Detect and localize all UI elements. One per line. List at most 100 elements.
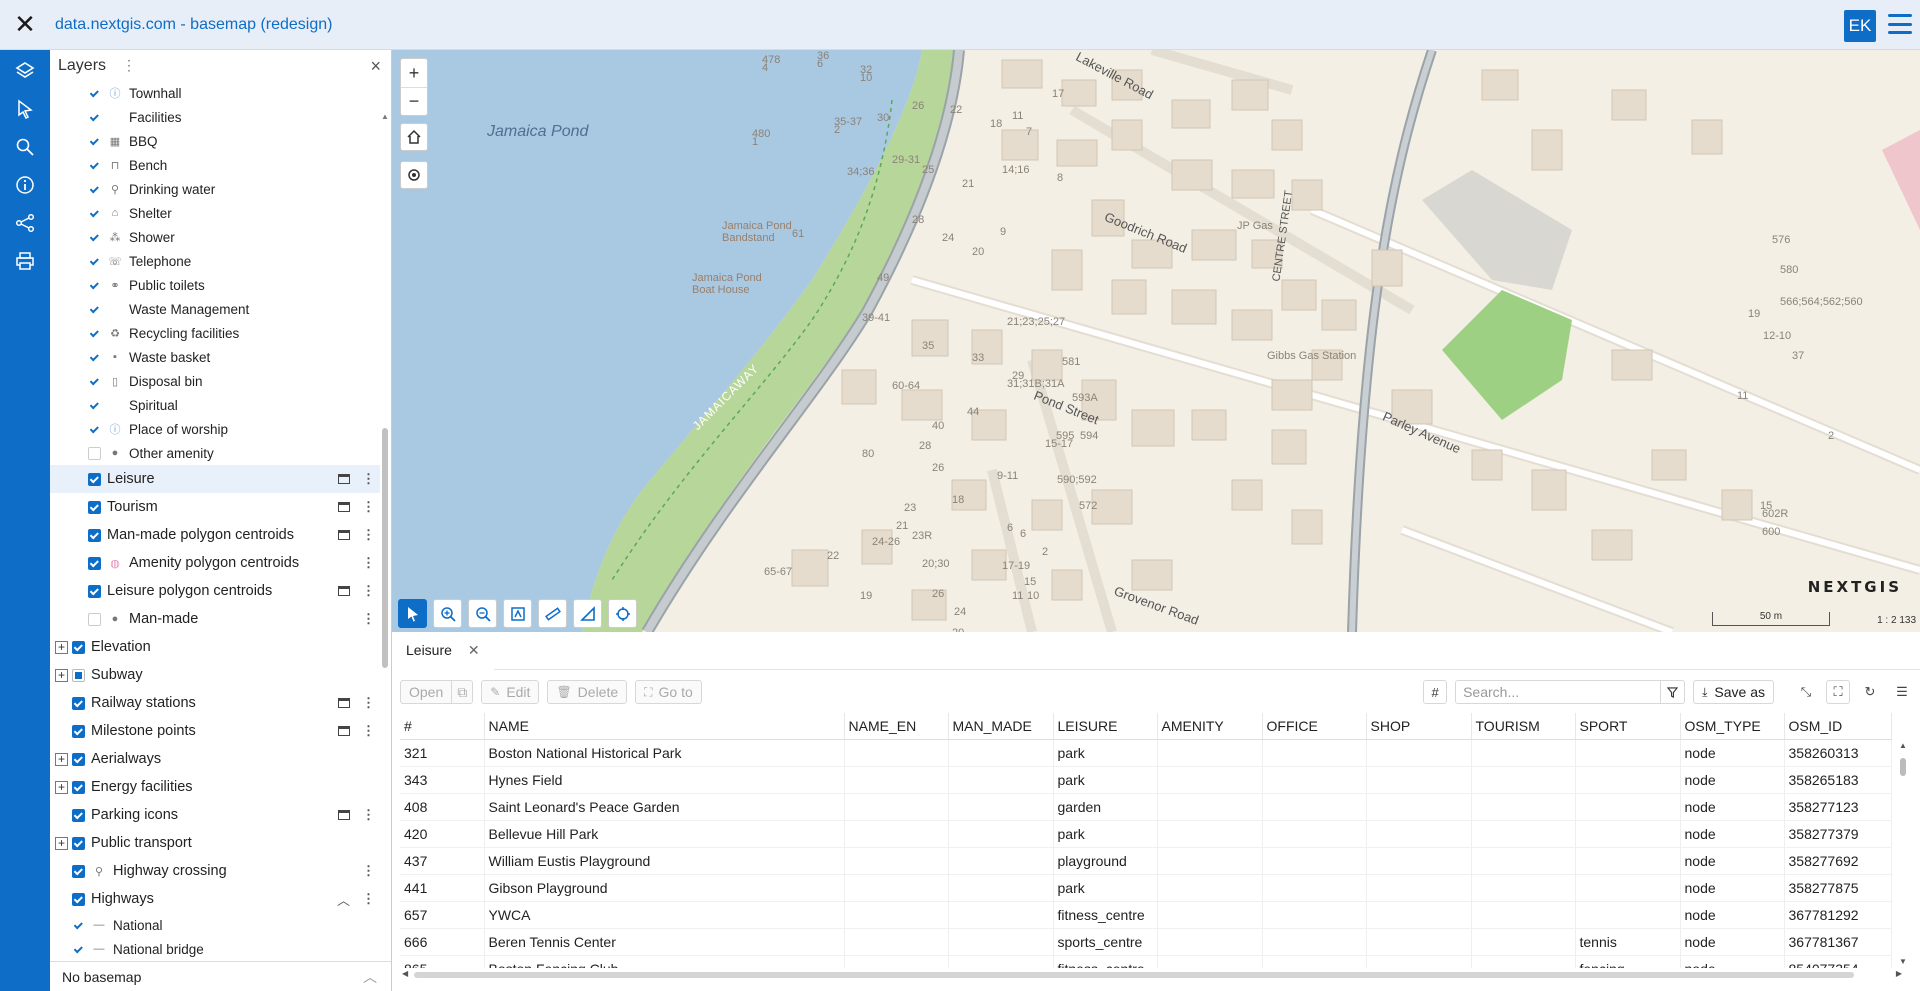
layer-row[interactable]: + Energy facilities	[50, 773, 380, 801]
layer-visibility-checkbox[interactable]	[72, 724, 85, 738]
fullscreen-icon[interactable]: ⛶	[1826, 680, 1850, 704]
attribute-table-icon[interactable]	[338, 698, 350, 708]
attribute-table-icon[interactable]	[338, 586, 350, 596]
column-header[interactable]: AMENITY	[1157, 713, 1263, 740]
layer-menu-icon[interactable]: ⋮	[362, 527, 375, 543]
layer-row[interactable]: ▯ Disposal bin	[50, 369, 380, 393]
layer-row[interactable]: + Aerialways	[50, 745, 380, 773]
coordinates-tool-button[interactable]	[608, 599, 637, 628]
layer-menu-icon[interactable]: ⋮	[362, 863, 375, 879]
layer-visibility-checkbox[interactable]	[72, 836, 85, 850]
layer-row[interactable]: ⓘ Place of worship	[50, 417, 380, 441]
delete-button[interactable]: 🗑 Delete	[547, 680, 628, 704]
layer-visibility-checkbox[interactable]	[88, 231, 101, 244]
table-row[interactable]: 441 Gibson Playground park node 358277875	[400, 874, 1892, 902]
layer-visibility-checkbox[interactable]	[72, 919, 85, 932]
layer-row[interactable]: Leisure polygon centroids ⋮	[50, 577, 380, 605]
layer-row[interactable]: + Elevation	[50, 633, 380, 661]
layer-row[interactable]: ⌂ Shelter	[50, 201, 380, 225]
column-header[interactable]: OSM_TYPE	[1680, 713, 1785, 740]
column-header[interactable]: LEISURE	[1053, 713, 1158, 740]
layer-visibility-checkbox[interactable]	[88, 351, 101, 364]
table-row[interactable]: 437 William Eustis Playground playground no…	[400, 847, 1892, 875]
layer-menu-icon[interactable]: ⋮	[362, 807, 375, 823]
layer-visibility-checkbox[interactable]	[88, 87, 101, 100]
layers-menu-icon[interactable]: ⋮	[122, 57, 136, 74]
attribute-table-icon[interactable]	[338, 726, 350, 736]
table-row[interactable]: 865Boston Fencing Club fitness_centre fenc…	[400, 955, 1892, 968]
layer-visibility-checkbox[interactable]	[72, 943, 85, 956]
layer-row[interactable]: Tourism ⋮	[50, 493, 380, 521]
nextgis-logo-icon[interactable]: ✕	[0, 0, 50, 50]
layer-row[interactable]: Highways ︿ ⋮	[50, 885, 380, 913]
layer-menu-icon[interactable]: ⋮	[362, 611, 375, 627]
layer-visibility-checkbox[interactable]	[88, 111, 101, 124]
map-view[interactable]: Jamaica Pond JAMAICAWAY Pond Street Good…	[392, 50, 1920, 632]
open-button[interactable]: Open	[400, 680, 453, 704]
close-panel-icon[interactable]: ×	[370, 56, 381, 77]
search-icon[interactable]	[0, 128, 50, 166]
column-header[interactable]: TOURISM	[1471, 713, 1576, 740]
goto-button[interactable]: ⛶ Go to	[635, 680, 702, 704]
user-avatar[interactable]: EK	[1844, 10, 1876, 42]
layer-row[interactable]: ▪ Waste basket	[50, 345, 380, 369]
layer-visibility-checkbox[interactable]	[88, 423, 101, 436]
column-header[interactable]: SHOP	[1366, 713, 1472, 740]
table-vertical-scrollbar[interactable]: ▲ ▼	[1898, 738, 1908, 968]
layer-row[interactable]: ▦ BBQ	[50, 129, 380, 153]
layer-row[interactable]: ⚲ Drinking water	[50, 177, 380, 201]
layer-visibility-checkbox[interactable]	[88, 159, 101, 172]
layer-visibility-checkbox[interactable]	[72, 864, 85, 878]
zoom-in-tool-button[interactable]	[433, 599, 462, 628]
print-icon[interactable]	[0, 242, 50, 280]
table-row[interactable]: 321 Boston National Historical Park park no…	[400, 739, 1892, 767]
basemap-selector[interactable]: No basemap ︿	[50, 961, 391, 991]
filter-button[interactable]	[1661, 680, 1686, 704]
select-cursor-icon[interactable]	[0, 90, 50, 128]
layer-row[interactable]: Spiritual	[50, 393, 380, 417]
measure-area-button[interactable]	[573, 599, 602, 628]
attribute-table-icon[interactable]	[338, 502, 350, 512]
layer-visibility-checkbox[interactable]	[72, 808, 85, 822]
layer-row[interactable]: Railway stations ⋮	[50, 689, 380, 717]
column-header[interactable]: #	[400, 713, 485, 740]
close-tab-icon[interactable]: ✕	[468, 642, 480, 659]
layer-visibility-checkbox[interactable]	[72, 892, 85, 906]
layer-visibility-checkbox[interactable]	[88, 584, 101, 598]
table-row[interactable]: 420 Bellevue Hill Park park node 358277379	[400, 820, 1892, 848]
layer-row[interactable]: — National	[50, 913, 380, 937]
layer-menu-icon[interactable]: ⋮	[362, 555, 375, 571]
table-horizontal-scrollbar[interactable]: ◀ ▶	[400, 968, 1904, 982]
save-as-button[interactable]: ⤓ Save as	[1693, 680, 1774, 704]
hamburger-menu-icon[interactable]	[1888, 14, 1912, 34]
layer-row[interactable]: Leisure ⋮	[50, 465, 380, 493]
layer-visibility-checkbox[interactable]	[88, 528, 101, 542]
layers-icon[interactable]	[0, 52, 50, 90]
layer-visibility-checkbox[interactable]	[88, 327, 101, 340]
expand-icon[interactable]: +	[55, 668, 68, 682]
layer-row[interactable]: + Public transport	[50, 829, 380, 857]
layer-visibility-checkbox[interactable]	[88, 303, 101, 316]
layer-menu-icon[interactable]: ⋮	[362, 723, 375, 739]
layer-visibility-checkbox[interactable]	[88, 612, 101, 626]
column-header[interactable]: OFFICE	[1262, 713, 1367, 740]
layer-visibility-checkbox[interactable]	[72, 668, 85, 682]
layer-visibility-checkbox[interactable]	[88, 255, 101, 268]
layer-menu-icon[interactable]: ⋮	[362, 499, 375, 515]
layer-row[interactable]: ⓘ Townhall	[50, 81, 380, 105]
layer-visibility-checkbox[interactable]	[72, 640, 85, 654]
layer-row[interactable]: Facilities	[50, 105, 380, 129]
expand-icon[interactable]: +	[55, 752, 68, 766]
layer-row[interactable]: ⊓ Bench	[50, 153, 380, 177]
collapse-panel-icon[interactable]: ⤡	[1794, 680, 1818, 704]
expand-icon[interactable]: +	[55, 780, 68, 794]
open-external-button[interactable]: ⧉	[452, 680, 474, 704]
table-row[interactable]: 343 Hynes Field park node 358265183	[400, 766, 1892, 794]
home-extent-button[interactable]	[400, 123, 428, 151]
layer-visibility-checkbox[interactable]	[88, 207, 101, 220]
column-header[interactable]: NAME	[484, 713, 845, 740]
layer-visibility-checkbox[interactable]	[88, 375, 101, 388]
layer-menu-icon[interactable]: ⋮	[362, 891, 375, 907]
layer-row[interactable]: ⁂ Shower	[50, 225, 380, 249]
layer-visibility-checkbox[interactable]	[88, 399, 101, 412]
